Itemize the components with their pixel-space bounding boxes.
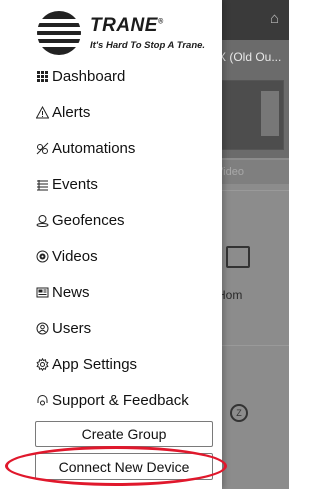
connect-new-device-button[interactable]: Connect New Device <box>35 453 213 480</box>
menu-item-label: Videos <box>52 247 98 265</box>
warning-triangle-icon <box>35 105 50 120</box>
menu-item-news[interactable]: News <box>35 274 215 310</box>
menu-item-events[interactable]: Events <box>35 166 215 202</box>
menu-item-label: Events <box>52 175 98 193</box>
geofence-icon <box>35 213 50 228</box>
navigation-drawer: TRANE® It's Hard To Stop A Trane. Dashbo… <box>0 0 222 489</box>
menu-item-label: App Settings <box>52 355 138 373</box>
menu-item-label: Automations <box>52 139 136 157</box>
menu-item-label: Dashboard <box>52 67 126 85</box>
background-device-card: Hom <box>212 190 289 340</box>
automation-icon <box>35 141 50 156</box>
video-icon <box>35 249 50 264</box>
registered-mark: ® <box>157 18 164 26</box>
list-icon <box>35 177 50 192</box>
logo-tagline: It's Hard To Stop A Trane. <box>90 40 206 51</box>
home-icon: ⌂ <box>269 10 279 27</box>
background-video-button: Video <box>212 160 289 184</box>
grid-icon <box>35 69 50 84</box>
menu-item-label: Alerts <box>52 103 91 121</box>
menu-item-dashboard[interactable]: Dashboard <box>35 58 215 94</box>
create-group-button[interactable]: Create Group <box>35 421 213 447</box>
background-video-title: X (Old Ou... <box>218 50 282 64</box>
menu-item-label: News <box>52 283 90 301</box>
zwave-icon: Z <box>230 404 248 422</box>
background-video-frame <box>220 80 284 150</box>
drawer-menu: Dashboard Alerts Automations Events Geof… <box>35 58 215 418</box>
menu-item-label: Users <box>52 319 92 337</box>
menu-item-users[interactable]: Users <box>35 310 215 346</box>
background-header: ⌂ <box>212 0 289 40</box>
menu-item-app-settings[interactable]: App Settings <box>35 346 215 382</box>
trane-logo: TRANE® It's Hard To Stop A Trane. <box>36 10 218 56</box>
menu-item-label: Support & Feedback <box>52 391 189 409</box>
gear-icon <box>35 357 50 372</box>
menu-item-alerts[interactable]: Alerts <box>35 94 215 130</box>
background-video-panel: X (Old Ou... <box>212 40 289 158</box>
menu-item-label: Geofences <box>52 211 125 229</box>
logo-wordmark: TRANE® <box>90 15 164 36</box>
background-zwave-card: Z <box>212 345 289 489</box>
users-icon <box>35 321 50 336</box>
support-icon <box>35 393 50 408</box>
trane-logo-mark-icon <box>36 11 84 55</box>
menu-item-support-feedback[interactable]: Support & Feedback <box>35 382 215 418</box>
menu-item-automations[interactable]: Automations <box>35 130 215 166</box>
device-icon <box>226 246 250 268</box>
news-icon <box>35 285 50 300</box>
menu-item-geofences[interactable]: Geofences <box>35 202 215 238</box>
menu-item-videos[interactable]: Videos <box>35 238 215 274</box>
